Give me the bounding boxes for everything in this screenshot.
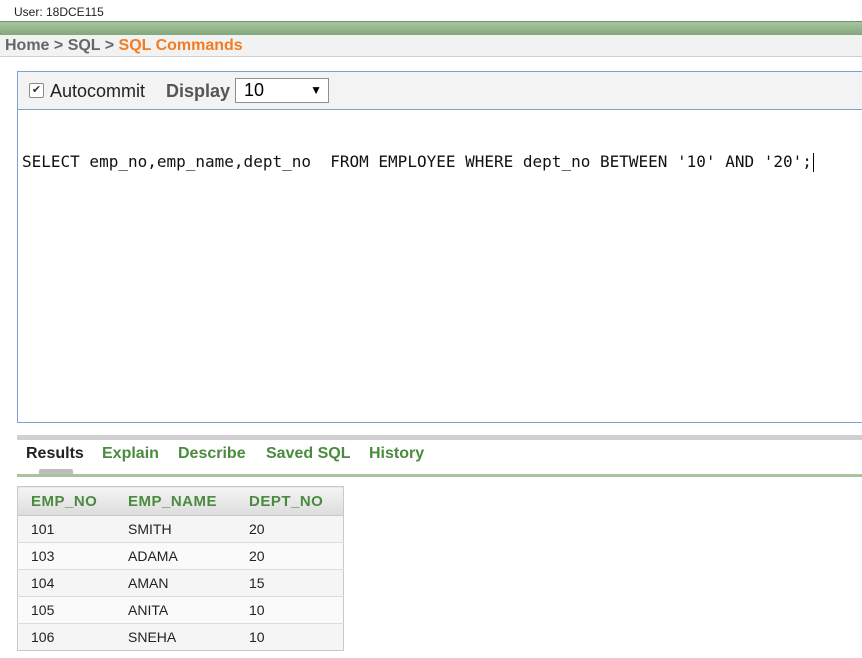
breadcrumb-separator: > bbox=[49, 37, 68, 54]
sql-toolbar: ✔ Autocommit Display 10 ▼ bbox=[18, 72, 862, 110]
table-row: 106 SNEHA 10 bbox=[17, 623, 344, 651]
table-header-row: EMP_NO EMP_NAME DEPT_NO bbox=[17, 486, 344, 516]
tab-history[interactable]: History bbox=[369, 445, 424, 463]
header-bar bbox=[0, 21, 862, 36]
cell-emp-no: 105 bbox=[17, 596, 115, 624]
cell-emp-no: 106 bbox=[17, 623, 115, 651]
tab-describe[interactable]: Describe bbox=[178, 445, 246, 463]
user-label: User: 18DCE115 bbox=[14, 5, 104, 19]
cell-emp-name: ADAMA bbox=[115, 542, 236, 570]
cell-emp-no: 101 bbox=[17, 515, 115, 543]
display-rows-select[interactable]: 10 ▼ bbox=[235, 78, 329, 103]
cell-emp-no: 103 bbox=[17, 542, 115, 570]
display-rows-value: 10 bbox=[244, 80, 265, 100]
results-table: EMP_NO EMP_NAME DEPT_NO 101 SMITH 20 103… bbox=[17, 486, 344, 651]
column-header-emp-no: EMP_NO bbox=[17, 486, 115, 516]
cell-dept-no: 10 bbox=[236, 623, 344, 651]
cell-dept-no: 20 bbox=[236, 515, 344, 543]
text-caret bbox=[812, 153, 814, 172]
tab-results[interactable]: Results bbox=[26, 445, 84, 463]
column-header-emp-name: EMP_NAME bbox=[115, 486, 236, 516]
table-row: 103 ADAMA 20 bbox=[17, 542, 344, 570]
breadcrumb-current: SQL Commands bbox=[118, 37, 243, 54]
cell-dept-no: 15 bbox=[236, 569, 344, 597]
sql-editor[interactable]: SELECT emp_no,emp_name,dept_no FROM EMPL… bbox=[22, 152, 814, 172]
breadcrumb-home-link[interactable]: Home bbox=[5, 37, 49, 54]
breadcrumb-separator: > bbox=[100, 37, 119, 54]
breadcrumb-sql-link[interactable]: SQL bbox=[68, 37, 101, 54]
cell-emp-name: ANITA bbox=[115, 596, 236, 624]
cell-emp-name: AMAN bbox=[115, 569, 236, 597]
table-row: 101 SMITH 20 bbox=[17, 515, 344, 543]
cell-emp-name: SMITH bbox=[115, 515, 236, 543]
sql-editor-text: SELECT emp_no,emp_name,dept_no FROM EMPL… bbox=[22, 152, 812, 171]
cell-dept-no: 10 bbox=[236, 596, 344, 624]
cell-emp-no: 104 bbox=[17, 569, 115, 597]
tab-explain[interactable]: Explain bbox=[102, 445, 159, 463]
table-row: 104 AMAN 15 bbox=[17, 569, 344, 597]
dropdown-arrow-icon: ▼ bbox=[310, 83, 322, 97]
results-tabs: Results Explain Describe Saved SQL Histo… bbox=[17, 435, 862, 477]
display-label: Display bbox=[166, 81, 231, 101]
tab-saved-sql[interactable]: Saved SQL bbox=[266, 445, 350, 463]
sql-command-panel: ✔ Autocommit Display 10 ▼ SELECT emp_no,… bbox=[17, 71, 862, 423]
cell-emp-name: SNEHA bbox=[115, 623, 236, 651]
breadcrumb: Home > SQL > SQL Commands bbox=[0, 35, 862, 57]
cell-dept-no: 20 bbox=[236, 542, 344, 570]
autocommit-checkbox[interactable]: ✔ bbox=[29, 83, 44, 98]
autocommit-label[interactable]: Autocommit bbox=[50, 81, 145, 102]
tabs-divider bbox=[17, 474, 862, 477]
table-row: 105 ANITA 10 bbox=[17, 596, 344, 624]
column-header-dept-no: DEPT_NO bbox=[236, 486, 344, 516]
